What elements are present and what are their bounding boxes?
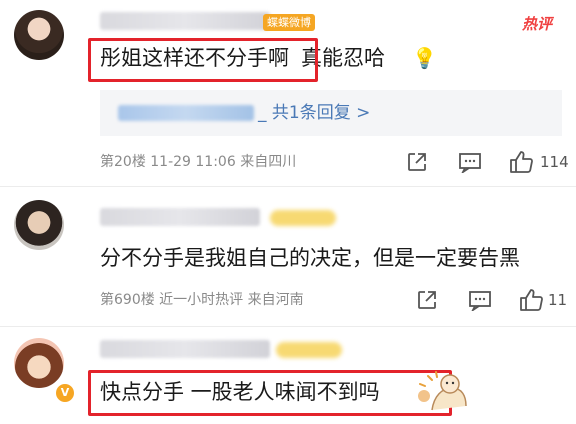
- divider: [0, 326, 576, 327]
- verified-badge-icon: V: [54, 382, 76, 404]
- blurred-badge: [276, 342, 342, 358]
- like-count: 114: [540, 153, 569, 171]
- lightbulb-emoji-icon: 💡: [412, 46, 437, 70]
- thumbs-up-icon: [520, 289, 543, 311]
- highlight-box: [88, 370, 452, 416]
- hot-comments-label: 热评: [522, 15, 553, 33]
- comment-icon[interactable]: [458, 150, 482, 174]
- divider: [0, 186, 576, 187]
- blurred-username[interactable]: [100, 340, 270, 358]
- like-button[interactable]: 114: [508, 150, 569, 174]
- comment-meta: 第20楼 11-29 11:06 来自四川: [100, 154, 297, 170]
- blurred-badge: [270, 210, 336, 226]
- blurred-username[interactable]: [100, 12, 270, 30]
- highlight-box: [88, 38, 318, 82]
- woman-avatar-icon[interactable]: [14, 10, 64, 60]
- man-avatar-icon[interactable]: [14, 200, 64, 250]
- member-tag: 蝶蝶微博: [263, 14, 315, 31]
- cartoon-sticker-icon: [418, 371, 467, 411]
- thumbs-up-icon: [510, 151, 533, 173]
- comment-text: 分不分手是我姐自己的决定，但是一定要告黑: [100, 246, 520, 270]
- comment-icon[interactable]: [468, 288, 492, 312]
- cartoon-girl-avatar-icon[interactable]: [14, 338, 64, 388]
- comment-meta: 第690楼 近一小时热评 来自河南: [100, 292, 304, 308]
- blurred-username[interactable]: [100, 208, 260, 226]
- view-replies-link[interactable]: _ 共1条回复 >: [258, 99, 370, 127]
- blurred-reply-user: [118, 105, 254, 121]
- like-button[interactable]: 11: [518, 288, 567, 312]
- share-icon[interactable]: [416, 288, 438, 312]
- share-icon[interactable]: [406, 150, 428, 174]
- like-count: 11: [548, 291, 568, 309]
- reply-preview[interactable]: _ 共1条回复 >: [100, 90, 562, 136]
